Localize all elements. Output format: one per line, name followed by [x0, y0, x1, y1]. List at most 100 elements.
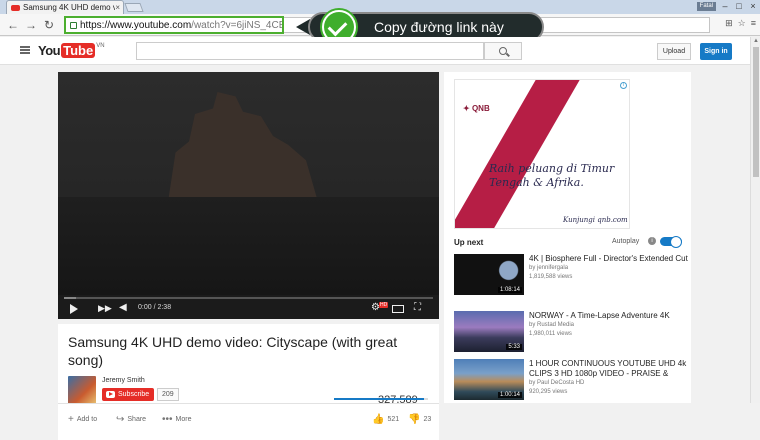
video-info: Samsung 4K UHD demo video: Cityscape (wi… [58, 324, 439, 406]
scroll-up-icon[interactable]: ▲ [753, 38, 759, 44]
fullscreen-icon[interactable]: ⛶ [414, 301, 421, 315]
thumbs-up-icon: 👍 [372, 414, 385, 425]
recommendation-title[interactable]: 4K | Biosphere Full - Director's Extende… [529, 254, 689, 264]
video-frame[interactable] [58, 72, 439, 295]
recommendation-views: 920,295 views [529, 389, 568, 395]
video-ground [58, 197, 439, 295]
like-button[interactable]: 👍 521 [372, 414, 399, 425]
dislike-count: 23 [423, 416, 432, 423]
ad-brand-name: QNB [471, 104, 490, 113]
up-next-label: Up next [454, 238, 484, 247]
recommendation-title[interactable]: NORWAY - A Time-Lapse Adventure 4K [529, 311, 689, 321]
back-arrow-icon[interactable]: ← [6, 17, 20, 33]
page-scrollbar[interactable]: ▲ [750, 37, 760, 403]
video-duration: 1:08:14 [497, 287, 522, 293]
youtube-play-icon [106, 391, 115, 398]
search-icon [499, 47, 507, 55]
search-input[interactable] [136, 42, 484, 60]
next-icon[interactable]: ▶▶ [98, 301, 112, 315]
lock-icon [70, 21, 77, 29]
recommendation-thumbnail[interactable]: 1:00:14 [454, 359, 524, 400]
chrome-menu-icon[interactable]: ≡ [751, 18, 756, 29]
theater-mode-icon[interactable] [392, 305, 404, 313]
plus-icon: + [68, 414, 74, 425]
upload-button[interactable]: Upload [657, 43, 691, 60]
reload-icon[interactable]: ↻ [42, 17, 56, 33]
callout-text: Copy đường link này [374, 19, 504, 35]
autoplay-toggle[interactable] [660, 236, 682, 248]
logo-you: You [38, 43, 61, 58]
bookmark-star-icon[interactable]: ☆ [738, 18, 746, 29]
minimize-icon[interactable]: – [720, 1, 730, 11]
like-count: 521 [387, 416, 400, 423]
dislike-button[interactable]: 👎 23 [408, 414, 431, 425]
url-host: https://www.youtube.com [80, 19, 192, 31]
youtube-logo[interactable]: You Tube VN [38, 43, 105, 58]
channel-name[interactable]: Jeremy Smith [102, 377, 145, 384]
progress-bar[interactable] [64, 297, 433, 299]
subscribe-label: Subscribe [118, 391, 150, 398]
recommendation-item[interactable]: 5:33 NORWAY - A Time-Lapse Adventure 4K … [454, 311, 691, 355]
recommendation-channel: by Rustad Media [529, 322, 575, 328]
translate-icon[interactable]: ⊞ [725, 18, 733, 29]
subscriber-count: 209 [157, 388, 179, 401]
ad-headline: Raih peluang di Timur Tengah & Afrika. [489, 162, 615, 189]
browser-tab[interactable]: Samsung 4K UHD demo v × [6, 0, 124, 14]
youtube-page: You Tube VN Upload Sign in ▶▶ ◀ 0:00 / 2… [0, 37, 750, 440]
video-duration: 5:33 [506, 344, 522, 350]
video-title: Samsung 4K UHD demo video: Cityscape (wi… [68, 334, 398, 368]
autoplay-label: Autoplay [612, 238, 640, 245]
video-duration: 1:00:14 [497, 392, 522, 398]
share-icon: ↪ [116, 414, 125, 425]
like-ratio-fill [334, 398, 425, 400]
more-button[interactable]: ••• More [162, 414, 191, 425]
player-controls: ▶▶ ◀ 0:00 / 2:38 ⚙ HD ⛶ [58, 295, 439, 319]
toolbar-right-icons: ⊞ ☆ ≡ [725, 18, 756, 29]
new-tab-button[interactable] [124, 3, 144, 12]
share-label: Share [127, 416, 147, 423]
youtube-header: You Tube VN Upload Sign in [0, 37, 750, 65]
address-bar[interactable]: https://www.youtube.com/watch?v=6jiNS_4C… [64, 16, 284, 34]
url-path: /watch?v=6jiNS_4CEug [191, 19, 282, 31]
thumbs-down-icon: 👎 [408, 414, 421, 425]
recommendation-item[interactable]: 1:00:14 1 HOUR CONTINUOUS YOUTUBE UHD 4k… [454, 359, 691, 403]
tab-close-icon[interactable]: × [115, 3, 120, 12]
recommendation-text: 1 HOUR CONTINUOUS YOUTUBE UHD 4k CLIPS 3… [529, 359, 689, 397]
volume-icon[interactable]: ◀ [119, 301, 127, 315]
video-player[interactable]: ▶▶ ◀ 0:00 / 2:38 ⚙ HD ⛶ [58, 72, 439, 319]
like-ratio-bar [334, 398, 428, 400]
sign-in-button[interactable]: Sign in [700, 43, 732, 60]
more-label: More [175, 416, 192, 423]
play-icon[interactable] [70, 304, 78, 314]
recommendation-text: NORWAY - A Time-Lapse Adventure 4K by Ru… [529, 311, 689, 339]
window-controls: Fatal – □ × [696, 0, 758, 12]
forward-arrow-icon[interactable]: → [24, 17, 38, 33]
search-button[interactable] [484, 42, 522, 60]
recommendation-text: 4K | Biosphere Full - Director's Extende… [529, 254, 689, 282]
scrollbar-thumb[interactable] [753, 47, 759, 177]
autoplay-info-icon[interactable]: i [648, 237, 656, 245]
qnb-logo-icon: ✦ [463, 104, 470, 113]
tab-title: Samsung 4K UHD demo v [23, 3, 116, 12]
recommendation-channel: by jennifergala [529, 265, 569, 271]
close-window-icon[interactable]: × [748, 1, 758, 11]
channel-avatar[interactable] [68, 376, 96, 404]
recommendation-item[interactable]: 1:08:14 4K | Biosphere Full - Director's… [454, 254, 691, 298]
profile-badge[interactable]: Fatal [696, 1, 716, 11]
ad-info-icon[interactable]: i [620, 82, 627, 89]
watch-sidebar: ✦ QNB Raih peluang di Timur Tengah & Afr… [444, 72, 691, 403]
more-dots-icon: ••• [162, 414, 173, 425]
recommendation-title[interactable]: 1 HOUR CONTINUOUS YOUTUBE UHD 4k CLIPS 3… [529, 359, 689, 379]
ad-cta[interactable]: Kunjungi qnb.com [563, 216, 628, 224]
share-button[interactable]: ↪ Share [116, 414, 146, 425]
maximize-icon[interactable]: □ [734, 1, 744, 11]
recommendation-thumbnail[interactable]: 5:33 [454, 311, 524, 352]
hamburger-menu-icon[interactable] [20, 46, 30, 54]
recommendation-thumbnail[interactable]: 1:08:14 [454, 254, 524, 295]
recommendation-views: 1,819,588 views [529, 274, 573, 280]
add-to-button[interactable]: + Add to [68, 414, 97, 425]
logo-tube: Tube [61, 43, 96, 58]
subscribe-button[interactable]: Subscribe [102, 388, 155, 401]
sidebar-ad[interactable]: ✦ QNB Raih peluang di Timur Tengah & Afr… [454, 79, 630, 229]
video-rock-formation [168, 92, 318, 202]
